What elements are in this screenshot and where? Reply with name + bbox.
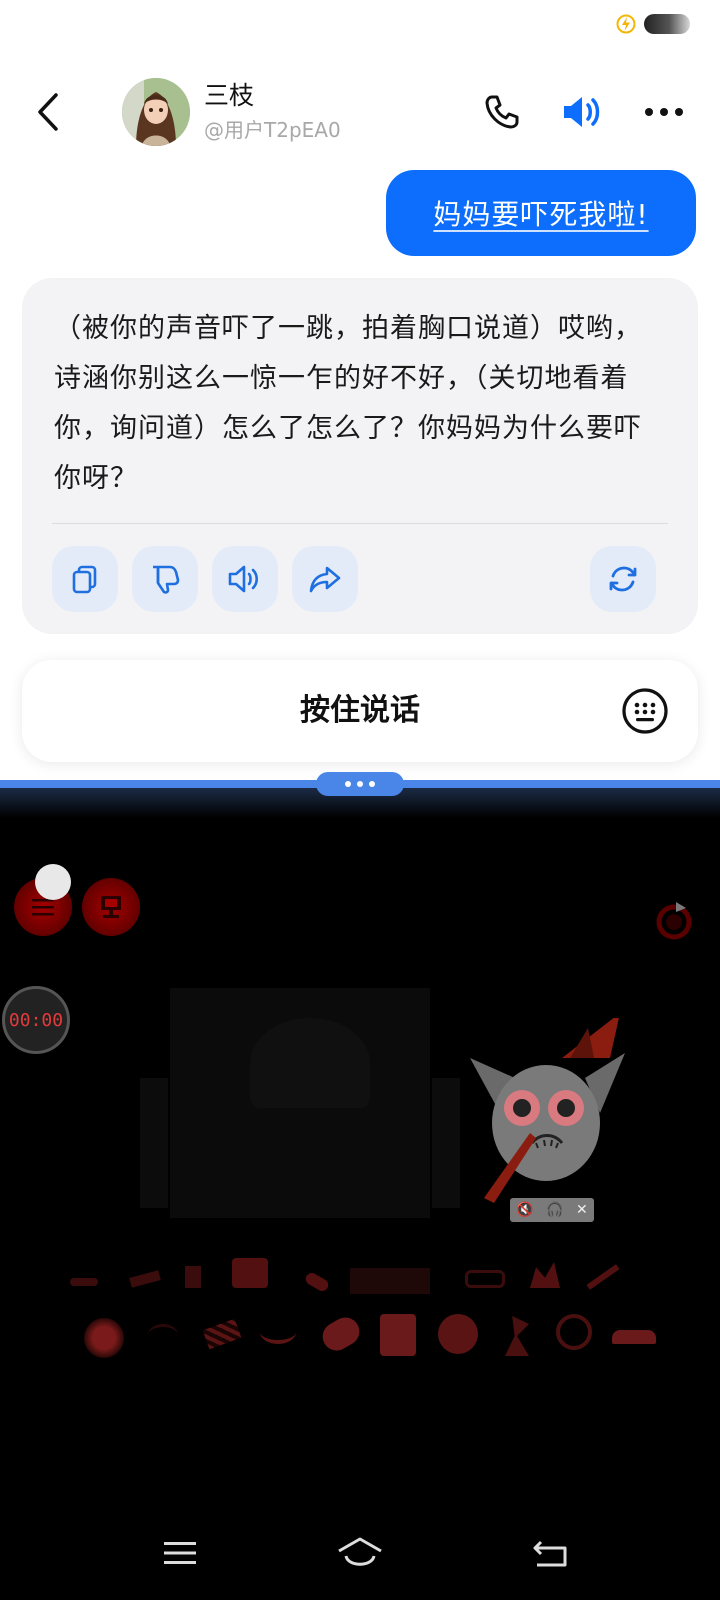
back-icon	[533, 1540, 567, 1567]
chevron-left-icon	[38, 93, 58, 131]
game-timer: 00:00	[2, 986, 70, 1054]
game-pane[interactable]: 00:00 🔇 🎧 ✕	[0, 818, 720, 1510]
chat-pane: 三枝 @用户T2pEA0 妈妈要吓死我啦! （被你的声音吓了一跳，拍着胸口说道）…	[0, 0, 720, 780]
play-audio-icon	[228, 565, 259, 593]
battery-icon	[644, 14, 690, 34]
system-navigation-bar	[0, 1510, 720, 1600]
inventory-row-bottom	[60, 1312, 680, 1364]
phone-icon	[485, 95, 519, 129]
inventory-item[interactable]	[505, 1316, 529, 1356]
inventory-item[interactable]	[260, 1320, 296, 1344]
home-icon	[338, 1537, 382, 1566]
inventory-item[interactable]	[70, 1278, 98, 1286]
inventory-item[interactable]	[556, 1314, 592, 1350]
chat-header: 三枝 @用户T2pEA0	[0, 72, 720, 152]
inventory-item[interactable]	[612, 1330, 656, 1344]
copy-icon	[72, 565, 97, 594]
user-message-bubble[interactable]: 妈妈要吓死我啦!	[386, 170, 696, 256]
inventory-item[interactable]	[232, 1258, 268, 1288]
dark-pillar-left	[140, 1078, 168, 1208]
inventory-item[interactable]	[530, 1262, 560, 1288]
menu-icon	[164, 1542, 196, 1564]
user-message-text: 妈妈要吓死我啦!	[433, 198, 649, 231]
avatar[interactable]	[122, 78, 190, 146]
handle-dot	[357, 781, 363, 787]
contact-name: 三枝	[204, 81, 255, 110]
more-button[interactable]	[640, 88, 688, 136]
regenerate-button[interactable]	[590, 546, 656, 612]
dislike-button[interactable]	[132, 546, 198, 612]
game-item-button[interactable]	[82, 878, 140, 936]
dark-figure-silhouette	[250, 1018, 370, 1108]
handle-dot	[345, 781, 351, 787]
call-button[interactable]	[478, 88, 526, 136]
read-aloud-button[interactable]	[212, 546, 278, 612]
thumbs-down-icon	[153, 565, 180, 594]
home-button[interactable]	[330, 1528, 390, 1578]
inventory-row-top	[60, 1258, 680, 1308]
trophy-icon	[101, 896, 121, 918]
keyboard-toggle-button[interactable]	[620, 686, 670, 736]
inventory-item[interactable]	[202, 1318, 242, 1350]
divider	[52, 523, 668, 524]
inventory-item[interactable]	[438, 1314, 478, 1354]
inventory-item[interactable]	[380, 1314, 416, 1356]
restart-icon	[656, 902, 692, 940]
avatar-image	[122, 78, 190, 146]
back-button[interactable]	[28, 88, 68, 136]
ai-message-text: （被你的声音吓了一跳，拍着胸口说道）哎哟，诗涵你别这么一惊一乍的好不好，（关切地…	[54, 313, 642, 494]
inventory-item[interactable]	[84, 1318, 124, 1358]
assistive-touch-button[interactable]	[35, 864, 71, 900]
inventory-item[interactable]	[185, 1266, 201, 1288]
regenerate-icon	[609, 566, 637, 592]
ai-message-card: （被你的声音吓了一跳，拍着胸口说道）哎哟，诗涵你别这么一惊一乍的好不好，（关切地…	[22, 278, 698, 634]
contact-handle: @用户T2pEA0	[204, 118, 341, 142]
charging-icon	[616, 14, 636, 34]
headphones-icon[interactable]: 🎧	[546, 1202, 563, 1218]
inventory-item[interactable]	[317, 1312, 365, 1356]
mute-icon[interactable]: 🔇	[516, 1202, 533, 1218]
back-nav-button[interactable]	[520, 1528, 580, 1578]
share-button[interactable]	[292, 546, 358, 612]
split-screen-handle[interactable]	[316, 772, 404, 796]
inventory-item[interactable]	[129, 1270, 161, 1288]
game-restart-button[interactable]	[654, 900, 694, 940]
share-icon	[309, 566, 341, 593]
status-bar	[616, 14, 690, 34]
inventory-item[interactable]	[350, 1268, 430, 1294]
inventory-item[interactable]	[148, 1324, 178, 1346]
cat-character-icon	[470, 1018, 625, 1203]
close-icon[interactable]: ✕	[576, 1202, 588, 1218]
dark-pillar-right	[432, 1078, 460, 1208]
inventory-item[interactable]	[586, 1264, 620, 1290]
more-horizontal-icon	[645, 108, 683, 116]
hold-to-talk-label: 按住说话	[300, 693, 420, 728]
inventory-item[interactable]	[303, 1270, 331, 1294]
copy-button[interactable]	[52, 546, 118, 612]
inventory-item[interactable]	[465, 1270, 505, 1288]
hold-to-talk-bar[interactable]: 按住说话	[22, 660, 698, 762]
floating-window-controls[interactable]: 🔇 🎧 ✕	[510, 1198, 594, 1222]
recent-apps-button[interactable]	[150, 1528, 210, 1578]
speaker-icon	[564, 97, 600, 127]
handle-dot	[369, 781, 375, 787]
voice-toggle-button[interactable]	[558, 88, 606, 136]
keyboard-icon	[622, 688, 668, 734]
